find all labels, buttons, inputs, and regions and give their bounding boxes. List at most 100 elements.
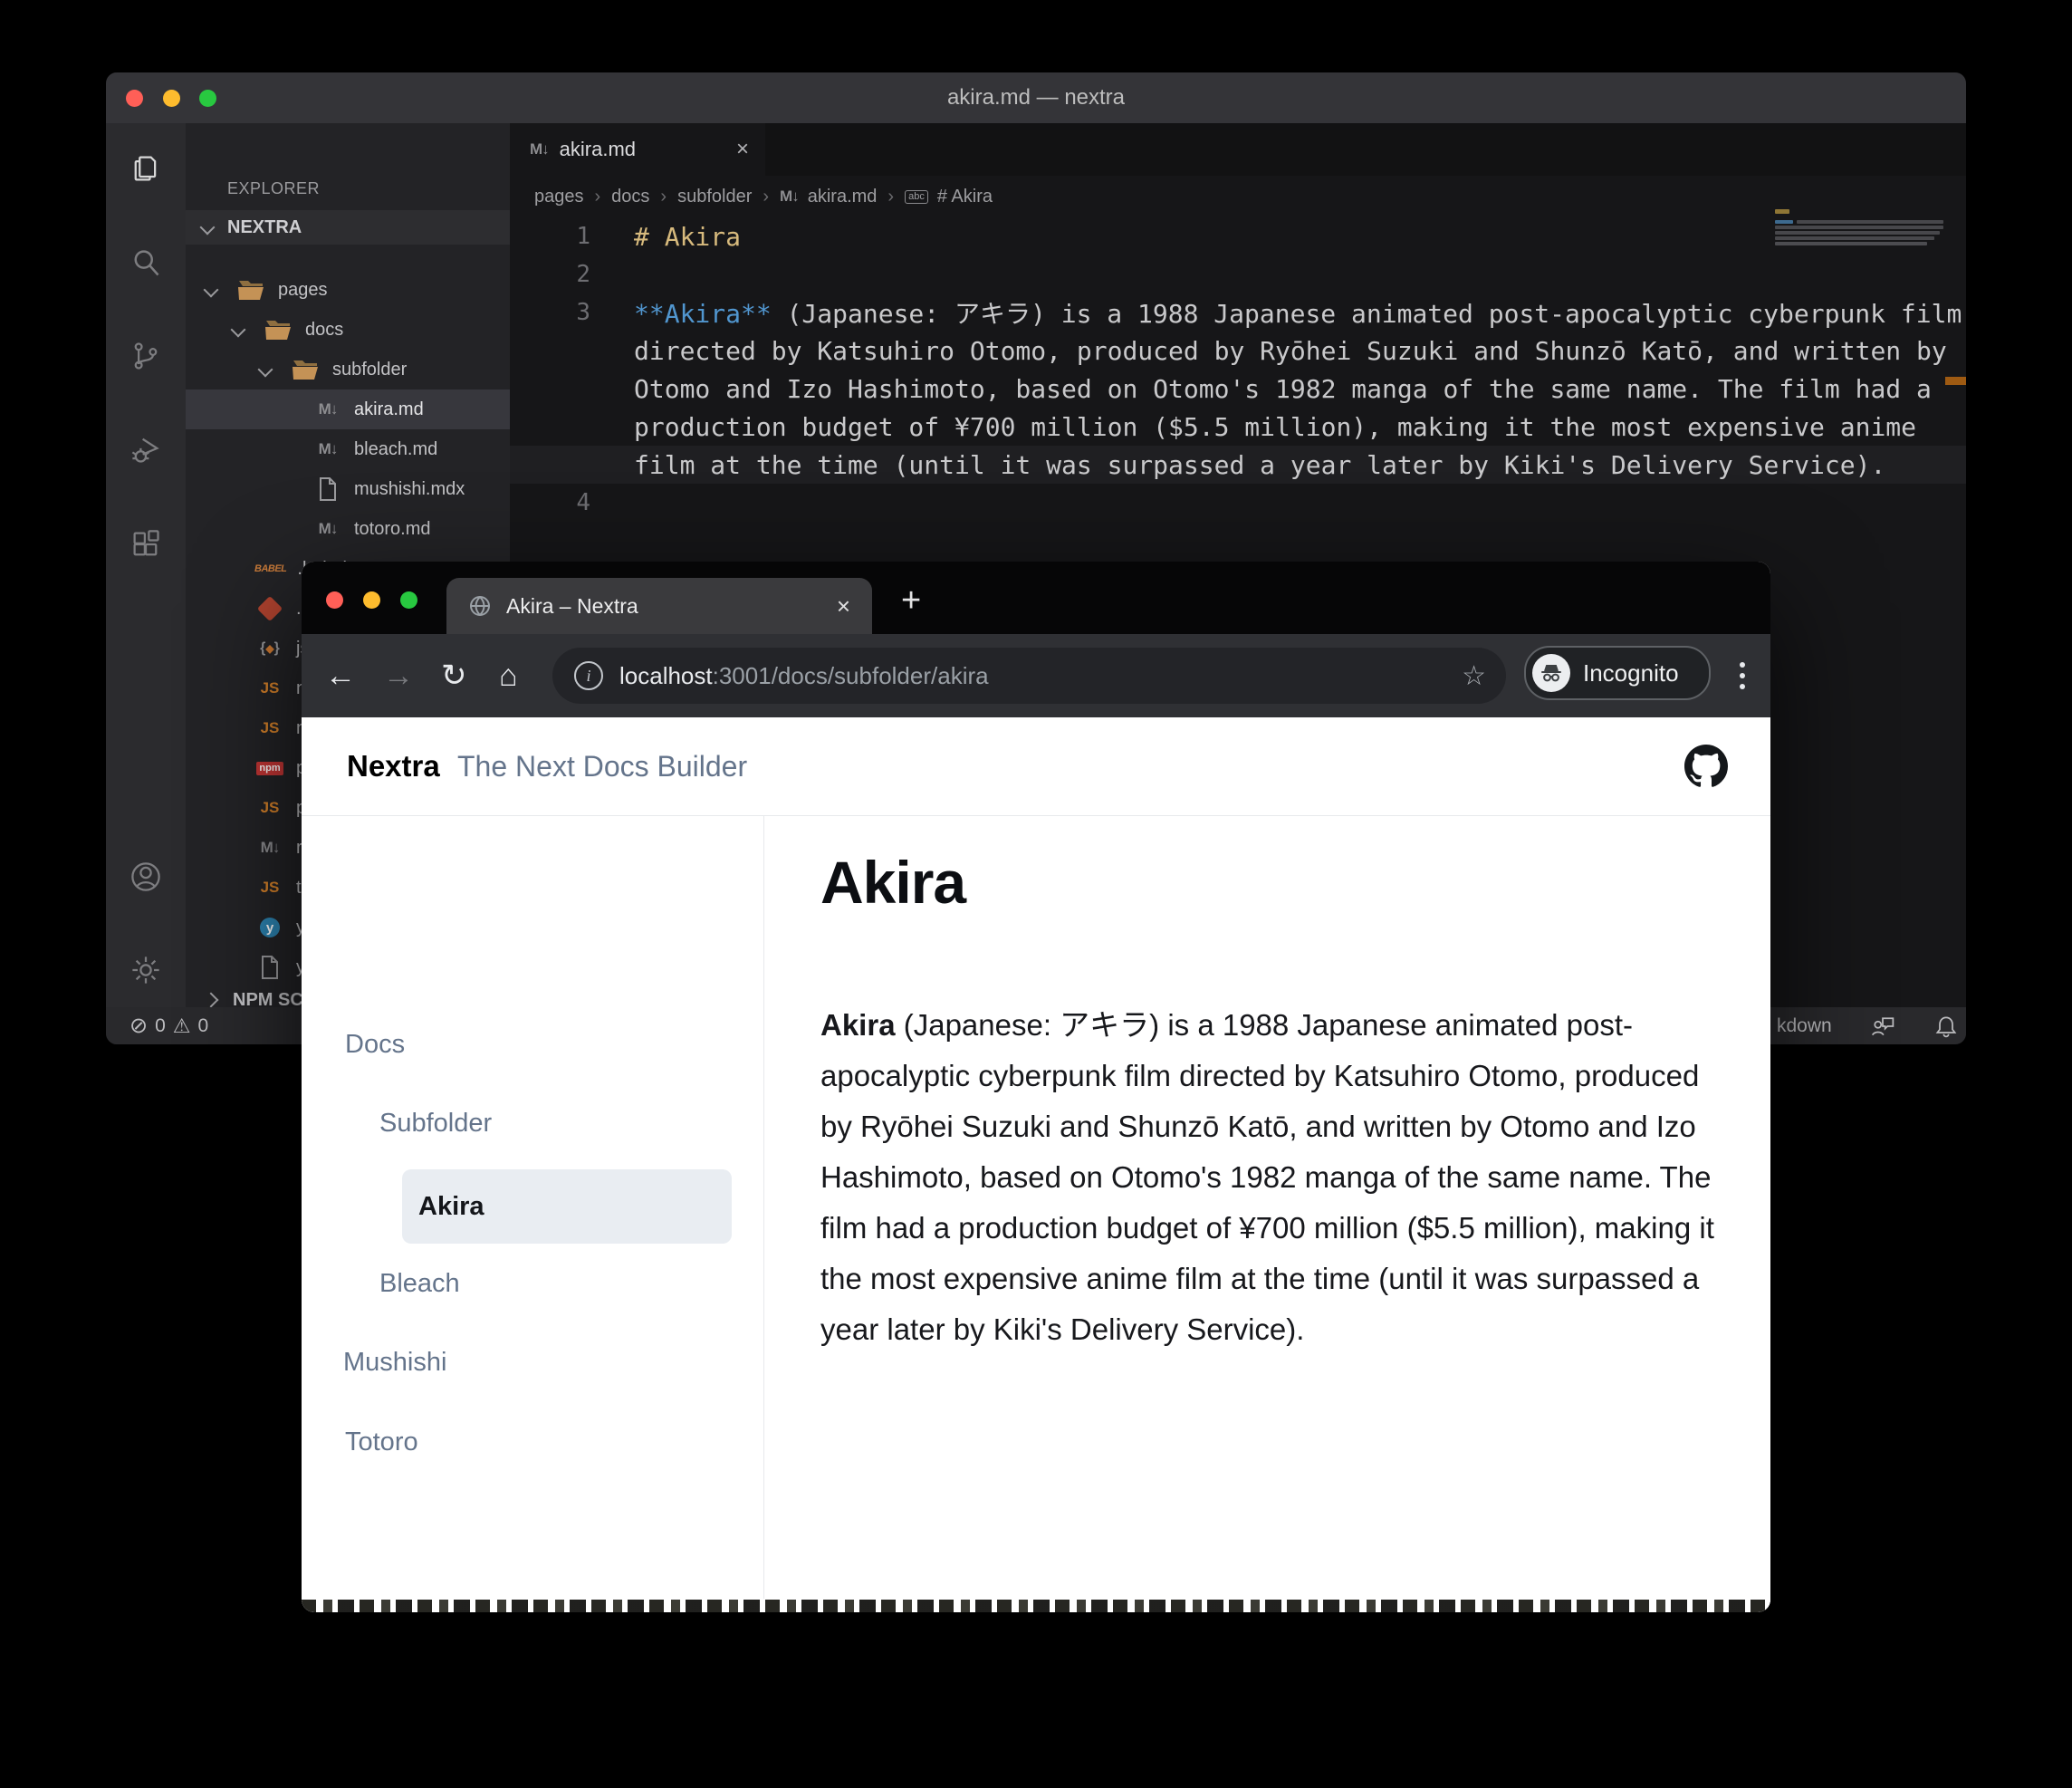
js-icon: JS: [260, 799, 280, 816]
breadcrumb-separator: ›: [763, 186, 770, 207]
breadcrumb-separator: ›: [594, 186, 601, 207]
editor-tab-akira[interactable]: M↓ akira.md ×: [510, 123, 765, 176]
home-icon[interactable]: ⌂: [499, 634, 518, 717]
tree-folder-docs[interactable]: docs: [186, 310, 510, 350]
search-icon[interactable]: [130, 246, 162, 279]
error-count: 0: [155, 1014, 166, 1036]
nav-subfolder[interactable]: Subfolder: [379, 1109, 492, 1139]
markdown-icon: M↓: [780, 187, 800, 205]
close-icon[interactable]: ×: [837, 592, 850, 620]
minimap[interactable]: [1775, 208, 1956, 263]
web-page: Nextra The Next Docs Builder Docs Subfol…: [302, 717, 1770, 1612]
breadcrumb-pages[interactable]: pages: [534, 187, 584, 207]
close-icon[interactable]: ×: [736, 137, 749, 162]
back-icon[interactable]: ←: [325, 634, 356, 717]
browser-tab[interactable]: Akira – Nextra ×: [446, 578, 872, 634]
menu-dots-icon[interactable]: [1740, 662, 1745, 695]
breadcrumb: pages › docs › subfolder › M↓ akira.md ›…: [510, 176, 1966, 217]
source-control-icon[interactable]: [130, 340, 162, 372]
symbol-icon: abc: [905, 189, 928, 204]
site-brand[interactable]: Nextra: [347, 717, 440, 815]
browser-window: Akira – Nextra × + ← → ↻ ⌂ i localhost :…: [302, 562, 1770, 1612]
render-artifact-strip: [302, 1600, 1770, 1612]
docs-sidebar: Docs Subfolder Akira Bleach Mushishi Tot…: [302, 815, 764, 1599]
site-header: Nextra The Next Docs Builder: [302, 717, 1770, 816]
incognito-icon: [1532, 654, 1570, 692]
run-debug-icon[interactable]: [130, 433, 162, 466]
folder-icon: [291, 358, 321, 381]
nav-docs[interactable]: Docs: [345, 1030, 405, 1060]
code-line: 2: [576, 261, 590, 288]
url-host: localhost: [619, 661, 713, 689]
site-tagline: The Next Docs Builder: [457, 750, 748, 783]
incognito-badge: Incognito: [1524, 646, 1711, 700]
reload-icon[interactable]: ↻: [441, 634, 467, 717]
forward-icon[interactable]: →: [383, 634, 414, 717]
new-tab-icon[interactable]: +: [901, 582, 921, 620]
chevron-right-icon: [203, 992, 219, 1007]
tab-label: akira.md: [559, 138, 637, 160]
problems-status[interactable]: ⊘ 0 ⚠ 0: [130, 1007, 208, 1044]
tree-folder-pages[interactable]: pages: [186, 270, 510, 310]
feedback-icon[interactable]: [1870, 1014, 1895, 1039]
desktop: akira.md — nextra EXPLORER NEXTRA pages …: [0, 0, 2072, 1788]
breadcrumb-symbol[interactable]: # Akira: [937, 187, 993, 207]
breadcrumb-file[interactable]: akira.md: [808, 187, 878, 207]
nav-bleach[interactable]: Bleach: [379, 1269, 460, 1299]
markdown-icon: M↓: [260, 839, 281, 856]
npm-icon: npm: [254, 761, 285, 775]
github-icon[interactable]: [1684, 745, 1728, 788]
chevron-down-icon: [230, 322, 246, 338]
close-traffic-light[interactable]: [326, 591, 343, 609]
warning-icon: ⚠: [172, 1014, 191, 1037]
account-icon[interactable]: [130, 860, 162, 893]
code-line: 4: [576, 489, 590, 516]
info-icon[interactable]: i: [574, 661, 603, 690]
settings-gear-icon[interactable]: [130, 954, 162, 986]
incognito-label: Incognito: [1583, 658, 1679, 687]
url-path: :3001/docs/subfolder/akira: [712, 661, 989, 689]
code-line-wrap: production budget of ¥700 million ($5.5 …: [634, 411, 1917, 442]
scrollbar-change-marker: [1945, 377, 1966, 385]
page-paragraph: Akira (Japanese: アキラ) is a 1988 Japanese…: [820, 1008, 1714, 1346]
breadcrumb-separator: ›: [660, 186, 667, 207]
project-name: NEXTRA: [227, 216, 302, 237]
breadcrumb-subfolder[interactable]: subfolder: [677, 187, 752, 207]
address-bar[interactable]: i localhost :3001/docs/subfolder/akira ☆: [552, 648, 1506, 704]
chevron-down-icon: [199, 219, 216, 236]
warning-count: 0: [197, 1014, 209, 1036]
minimize-traffic-light[interactable]: [363, 591, 380, 609]
tree-file-totoro[interactable]: M↓ totoro.md: [186, 509, 510, 549]
window-title: akira.md — nextra: [946, 85, 1126, 110]
tree-file-akira[interactable]: M↓ akira.md: [186, 389, 510, 429]
globe-favicon: [468, 594, 492, 618]
explorer-icon[interactable]: [130, 152, 162, 185]
nav-akira-active[interactable]: Akira: [402, 1169, 732, 1244]
tree-file-bleach[interactable]: M↓ bleach.md: [186, 429, 510, 469]
code-line-wrap: Otomo and Izo Hashimoto, based on Otomo'…: [634, 373, 1932, 404]
extensions-icon[interactable]: [130, 528, 162, 561]
browser-tabstrip: Akira – Nextra × +: [302, 562, 1770, 634]
markdown-icon: M↓: [318, 440, 339, 457]
tab-title: Akira – Nextra: [506, 593, 638, 618]
chevron-down-icon: [257, 361, 273, 378]
tree-file-mushishi[interactable]: mushishi.mdx: [186, 469, 510, 509]
activity-bar: [106, 123, 186, 1007]
js-icon: JS: [260, 679, 280, 697]
markdown-icon: M↓: [318, 520, 339, 537]
breadcrumb-docs[interactable]: docs: [611, 187, 649, 207]
markdown-icon: M↓: [530, 140, 550, 158]
project-section-header[interactable]: NEXTRA: [186, 210, 510, 245]
yarn-icon: y: [254, 918, 285, 937]
bookmark-star-icon[interactable]: ☆: [1462, 660, 1486, 692]
nav-mushishi[interactable]: Mushishi: [343, 1348, 446, 1378]
vscode-titlebar[interactable]: akira.md — nextra: [106, 72, 1966, 123]
zoom-traffic-light[interactable]: [400, 591, 417, 609]
nav-totoro[interactable]: Totoro: [345, 1428, 418, 1457]
language-mode[interactable]: kdown: [1777, 1015, 1832, 1037]
docs-content: Akira Akira (Japanese: アキラ) is a 1988 Ja…: [820, 848, 1722, 1355]
bell-icon[interactable]: [1933, 1014, 1959, 1039]
markdown-icon: M↓: [318, 400, 339, 418]
js-icon: JS: [260, 719, 280, 736]
tree-folder-subfolder[interactable]: subfolder: [186, 350, 510, 389]
